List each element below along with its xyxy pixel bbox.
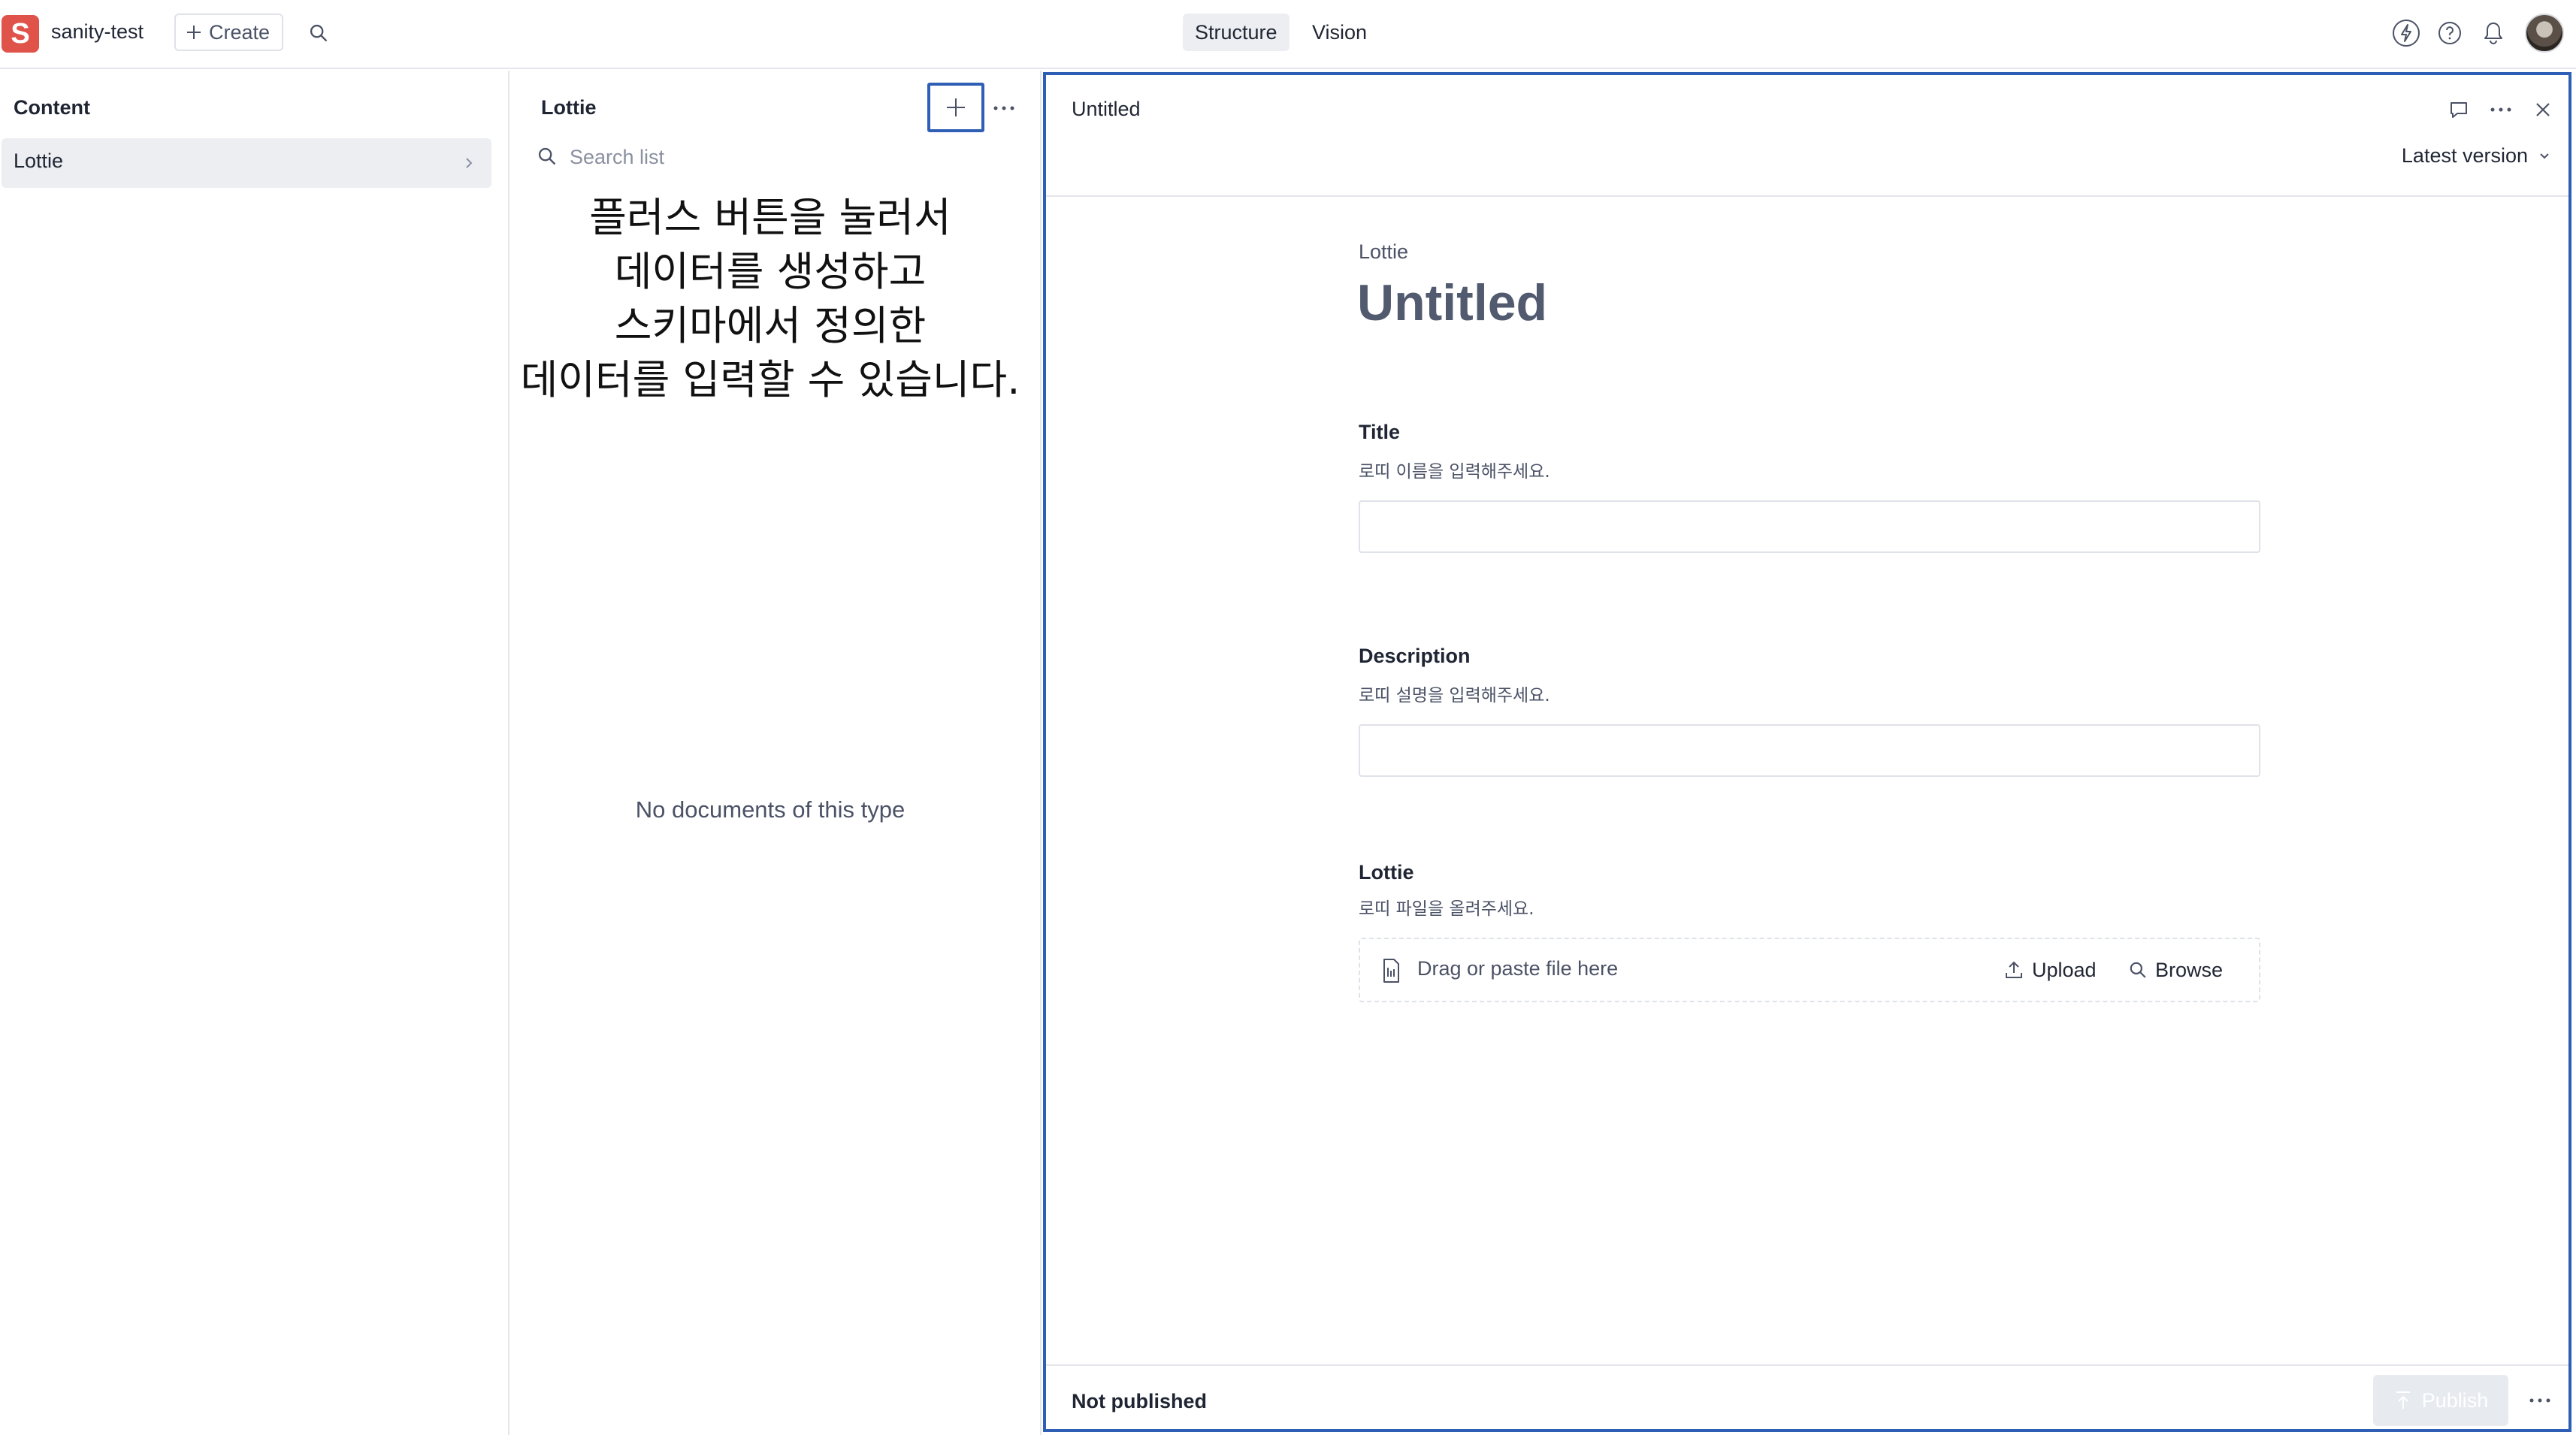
content-pane: Content Lottie	[0, 71, 509, 1435]
plus-icon	[185, 23, 203, 41]
annotation-line: 스키마에서 정의한	[614, 302, 927, 349]
sanity-logo[interactable]: S	[2, 15, 39, 53]
browse-button[interactable]: Browse	[2122, 953, 2229, 987]
content-pane-title: Content	[14, 96, 90, 119]
search-icon	[308, 23, 329, 44]
document-menu-button[interactable]	[2484, 93, 2517, 126]
user-avatar[interactable]	[2525, 14, 2564, 53]
list-pane-title: Lottie	[541, 96, 597, 119]
document-type-label: Lottie	[1359, 240, 1409, 263]
field-lottie-description: 로띠 파일을 올려주세요.	[1359, 899, 1534, 919]
file-icon	[1380, 957, 1402, 984]
create-button-label: Create	[209, 20, 271, 44]
create-document-button[interactable]	[927, 83, 984, 132]
project-name[interactable]: sanity-test	[51, 18, 144, 45]
footer-divider	[1046, 1364, 2568, 1366]
document-editor-pane: Untitled Latest version Lottie Untitled …	[1043, 72, 2571, 1432]
close-icon	[2533, 100, 2553, 119]
help-button[interactable]	[2433, 17, 2466, 50]
tab-structure[interactable]: Structure	[1183, 14, 1290, 51]
empty-list-message: No documents of this type	[635, 796, 906, 823]
file-drop-text: Drag or paste file here	[1417, 957, 1619, 980]
field-description-description: 로띠 설명을 입력해주세요.	[1359, 686, 1550, 705]
notifications-button[interactable]	[2477, 17, 2510, 50]
search-icon	[537, 146, 558, 167]
upload-button-label: Upload	[2032, 958, 2097, 981]
tab-vision[interactable]: Vision	[1300, 14, 1379, 51]
more-icon	[2529, 1397, 2551, 1403]
field-title-label: Title	[1359, 421, 1401, 443]
help-icon	[2436, 20, 2463, 47]
publish-icon	[2393, 1390, 2413, 1411]
field-title-description: 로띠 이름을 입력해주세요.	[1359, 462, 1550, 482]
document-status: Not published	[1072, 1390, 1207, 1412]
chevron-down-icon	[2537, 149, 2552, 164]
field-description-label: Description	[1359, 645, 1471, 667]
list-menu-button[interactable]	[987, 92, 1020, 125]
annotation-line: 플러스 버튼을 눌러서	[589, 194, 951, 241]
document-actions-menu-button[interactable]	[2523, 1384, 2556, 1417]
create-button[interactable]: Create	[174, 14, 284, 51]
close-pane-button[interactable]	[2526, 93, 2559, 126]
document-list-pane: Lottie 플러스 버튼을 눌러서 데이터를 생성하고 스키마에서 정의한 데…	[511, 71, 1042, 1435]
document-header-title: Untitled	[1072, 98, 1141, 120]
publish-button-label: Publish	[2421, 1388, 2489, 1412]
header-divider	[1046, 195, 2568, 197]
browse-button-label: Browse	[2155, 958, 2224, 981]
comment-icon	[2448, 98, 2470, 121]
annotation-line: 데이터를 생성하고	[614, 248, 927, 295]
plus-icon	[944, 95, 968, 119]
more-icon	[2490, 107, 2512, 113]
comments-button[interactable]	[2442, 93, 2475, 126]
publish-button[interactable]: Publish	[2373, 1375, 2508, 1426]
lightning-icon	[2391, 18, 2421, 48]
search-icon	[2128, 960, 2148, 980]
file-drop-zone[interactable]: Drag or paste file here Upload Browse	[1359, 938, 2260, 1002]
field-lottie-label: Lottie	[1359, 861, 1414, 884]
content-item-lottie[interactable]: Lottie	[2, 138, 491, 188]
bell-icon	[2480, 20, 2507, 47]
version-select-label: Latest version	[2401, 144, 2528, 167]
global-search-button[interactable]	[304, 18, 334, 48]
updates-button[interactable]	[2390, 17, 2423, 50]
version-select[interactable]: Latest version	[2402, 144, 2552, 168]
top-bar: S sanity-test Create Structure Vision	[0, 0, 2576, 69]
upload-button[interactable]: Upload	[1997, 953, 2103, 987]
upload-icon	[2003, 959, 2024, 980]
chevron-right-icon	[461, 155, 476, 171]
content-item-label: Lottie	[14, 150, 64, 172]
tutorial-annotation: 플러스 버튼을 눌러서 데이터를 생성하고 스키마에서 정의한 데이터를 입력할…	[511, 191, 1029, 407]
document-title: Untitled	[1357, 274, 1548, 331]
description-input[interactable]	[1359, 724, 2260, 777]
more-icon	[993, 105, 1015, 111]
title-input[interactable]	[1359, 500, 2260, 553]
annotation-line: 데이터를 입력할 수 있습니다.	[520, 356, 1020, 403]
list-search-input[interactable]	[570, 141, 990, 173]
